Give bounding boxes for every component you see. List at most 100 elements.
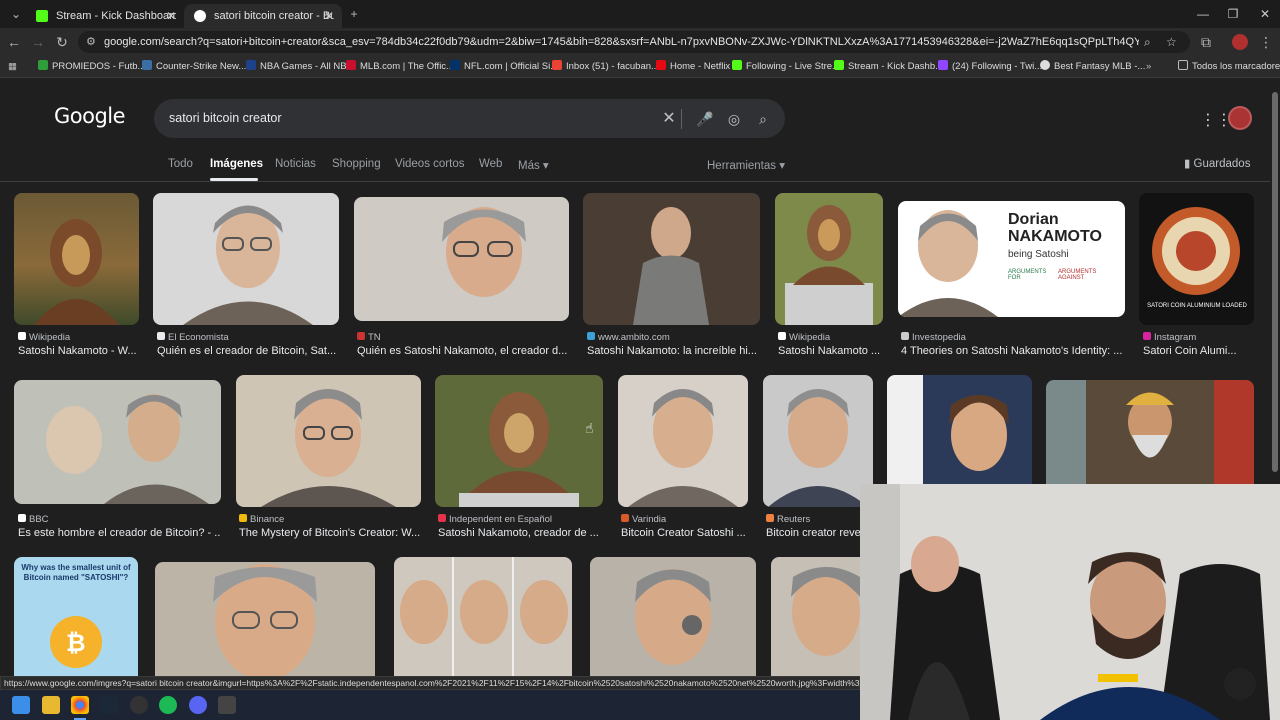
close-tab-icon[interactable]: ✕ <box>324 4 334 28</box>
file-explorer-icon[interactable] <box>42 696 60 714</box>
result-image-2[interactable] <box>153 193 339 325</box>
result-title-link[interactable]: 4 Theories on Satoshi Nakamoto's Identit… <box>901 345 1125 357</box>
close-tab-icon[interactable]: ✕ <box>166 4 176 28</box>
tab-imagenes[interactable]: Imágenes <box>210 158 263 170</box>
result-image-12[interactable] <box>763 375 873 507</box>
result-image-13[interactable] <box>887 375 1032 484</box>
result-image-3[interactable] <box>354 197 569 321</box>
obs-icon[interactable] <box>130 696 148 714</box>
result-image-14[interactable] <box>1046 380 1254 484</box>
microphone-icon[interactable]: 🎤 <box>695 109 715 129</box>
bookmark-twitch[interactable]: (24) Following - Twi... <box>938 56 1042 78</box>
result-image-18[interactable] <box>590 557 756 676</box>
tab-kick-dashboard[interactable]: Stream - Kick Dashboard ✕ <box>26 4 184 28</box>
result-title-link[interactable]: Satoshi Nakamoto - W... <box>18 345 140 357</box>
result-image-8[interactable] <box>14 380 221 504</box>
source-name: www.ambito.com <box>598 332 670 343</box>
zoom-icon[interactable]: ⌕ <box>1144 31 1151 53</box>
result-title-link[interactable]: Es este hombre el creador de Bitcoin? - … <box>18 527 221 539</box>
result-title-link[interactable]: Bitcoin creator reve... <box>766 527 860 539</box>
tab-mas[interactable]: Más ▾ <box>518 158 549 172</box>
bookmark-counter-strike[interactable]: Counter-Strike New... <box>142 56 246 78</box>
result-image-10[interactable] <box>435 375 603 507</box>
tools-menu[interactable]: Herramientas ▾ <box>707 158 785 172</box>
tab-noticias[interactable]: Noticias <box>275 158 316 170</box>
bookmark-nba[interactable]: NBA Games - All NB... <box>246 56 355 78</box>
all-bookmarks-folder[interactable]: Todos los marcadores <box>1178 56 1280 78</box>
new-tab-button[interactable]: + <box>344 5 364 23</box>
result-source: Reuters <box>766 514 810 525</box>
more-bookmarks-icon[interactable]: » <box>1146 56 1151 78</box>
back-icon[interactable]: ← <box>4 32 24 52</box>
source-name: Reuters <box>777 514 811 525</box>
result-image-5[interactable] <box>775 193 883 325</box>
bookmark-gmail[interactable]: Inbox (51) - facuban... <box>552 56 659 78</box>
result-title-link[interactable]: Bitcoin Creator Satoshi ... <box>621 527 748 539</box>
bookmark-promiedos[interactable]: PROMIEDOS - Futb... <box>38 56 145 78</box>
portrait-thumbnail <box>628 389 738 507</box>
result-title-link[interactable]: Satoshi Nakamoto ... <box>778 345 883 357</box>
tab-shopping[interactable]: Shopping <box>332 158 381 170</box>
portrait-thumbnail <box>583 193 760 325</box>
extensions-icon[interactable]: ⧉ <box>1196 32 1216 52</box>
minimize-icon[interactable]: — <box>1188 4 1218 24</box>
webcam-feed <box>860 484 1280 720</box>
bookmark-netflix[interactable]: Home - Netflix <box>656 56 730 78</box>
result-image-15[interactable]: Why was the smallest unit of Bitcoin nam… <box>14 557 138 676</box>
result-title-link[interactable]: The Mystery of Bitcoin's Creator: W... <box>239 527 421 539</box>
search-box[interactable]: satori bitcoin creator ✕ 🎤 ◎ ⌕ <box>154 99 785 138</box>
result-image-4[interactable] <box>583 193 760 325</box>
tab-google-search[interactable]: satori bitcoin creator - Buscar c ✕ <box>184 4 342 28</box>
saved-button[interactable]: ▮ Guardados <box>1184 156 1250 170</box>
clear-search-icon[interactable]: ✕ <box>659 109 679 129</box>
bookmark-mlb[interactable]: MLB.com | The Offic... <box>346 56 454 78</box>
result-image-17[interactable] <box>394 557 572 676</box>
bookmark-kick-dashboard[interactable]: Stream - Kick Dashb... <box>834 56 943 78</box>
result-title-link[interactable]: Quién es Satoshi Nakamoto, el creador d.… <box>357 345 569 357</box>
result-title-link[interactable]: Satori Coin Alumi... <box>1143 345 1254 357</box>
tab-search-button[interactable]: ⌄ <box>6 5 26 23</box>
reload-icon[interactable]: ↻ <box>52 32 72 52</box>
spotify-icon[interactable] <box>159 696 177 714</box>
apps-icon[interactable]: ▦ <box>8 56 17 78</box>
tab-todo[interactable]: Todo <box>168 158 193 170</box>
app-icon[interactable] <box>218 696 236 714</box>
start-windows-icon[interactable] <box>12 696 30 714</box>
bookmark-kick-following[interactable]: Following - Live Stre... <box>732 56 840 78</box>
result-image-16[interactable] <box>155 562 375 676</box>
scrollbar-thumb[interactable] <box>1272 92 1278 472</box>
steam-icon[interactable] <box>100 696 118 714</box>
bookmark-fantasy-mlb[interactable]: Best Fantasy MLB -... <box>1040 56 1145 78</box>
discord-icon[interactable] <box>189 696 207 714</box>
bookmark-label: (24) Following - Twi... <box>952 61 1043 72</box>
bookmark-label: Todos los marcadores <box>1192 61 1280 72</box>
google-logo[interactable]: Google <box>54 104 126 128</box>
result-title-link[interactable]: Satoshi Nakamoto, creador de ... <box>438 527 603 539</box>
search-input[interactable]: satori bitcoin creator <box>169 99 282 138</box>
forward-icon[interactable]: → <box>28 32 48 52</box>
result-title-link[interactable]: Quién es el creador de Bitcoin, Sat... <box>157 345 339 357</box>
result-image-6[interactable]: Dorian NAKAMOTO being Satoshi ARGUMENTS … <box>898 201 1125 317</box>
restore-icon[interactable]: ❐ <box>1218 4 1248 24</box>
tab-web[interactable]: Web <box>479 158 502 170</box>
bookmark-star-icon[interactable]: ☆ <box>1166 31 1177 53</box>
account-avatar[interactable] <box>1228 106 1252 130</box>
camera-lens-icon[interactable]: ◎ <box>724 109 744 129</box>
portrait-thumbnail <box>887 375 1009 484</box>
browser-menu-icon[interactable]: ⋮ <box>1256 32 1276 52</box>
close-window-icon[interactable]: ✕ <box>1250 4 1280 24</box>
profile-avatar[interactable] <box>1232 34 1248 50</box>
address-bar[interactable]: ⚙ google.com/search?q=satori+bitcoin+cre… <box>78 31 1190 53</box>
source-name: BBC <box>29 514 49 525</box>
result-image-9[interactable] <box>236 375 421 507</box>
search-icon[interactable]: ⌕ <box>753 109 773 129</box>
result-image-7[interactable]: SATORI COIN ALUMINIUM LOADED <box>1139 193 1254 325</box>
result-image-11[interactable] <box>618 375 748 507</box>
tab-videos-cortos[interactable]: Videos cortos <box>395 158 464 170</box>
result-image-1[interactable] <box>14 193 139 325</box>
chrome-icon[interactable] <box>71 696 89 714</box>
bookmark-nfl[interactable]: NFL.com | Official Si... <box>450 56 558 78</box>
site-info-icon[interactable]: ⚙ <box>86 31 96 53</box>
result-image-19[interactable] <box>771 557 860 676</box>
result-title-link[interactable]: Satoshi Nakamoto: la increíble hi... <box>587 345 760 357</box>
